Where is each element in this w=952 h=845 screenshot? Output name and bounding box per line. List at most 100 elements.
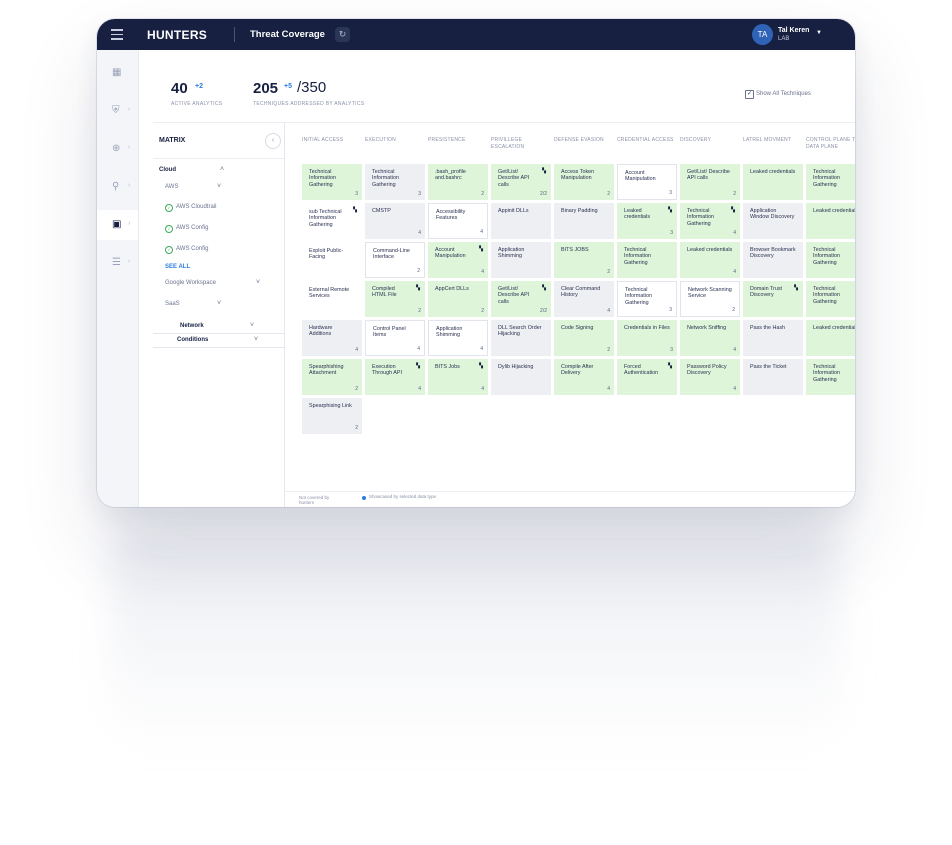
technique-tile[interactable]: External Remote Services	[302, 281, 362, 317]
see-all-link[interactable]: SEE ALL	[165, 264, 190, 270]
analytics-count: 4	[607, 385, 610, 392]
technique-tile[interactable]: CMSTP 4	[365, 203, 425, 239]
technique-label: Account Manipulation	[625, 170, 656, 183]
nav-security[interactable]: ⛨ ›	[97, 96, 138, 126]
technique-tile[interactable]: BITS Jobs 4 ▚	[428, 359, 488, 395]
chevron-down-icon[interactable]: ˅	[217, 183, 221, 190]
technique-tile[interactable]: Control Panel Items 4	[365, 320, 425, 356]
technique-label: Password Policy Discovery	[687, 364, 727, 377]
technique-tile[interactable]: Application Shimming	[491, 242, 551, 278]
user-name[interactable]: Tal Keren	[778, 27, 809, 34]
technique-tile[interactable]: Accessibility Features 4	[428, 203, 488, 239]
nav-data[interactable]: ☰ ›	[97, 248, 138, 278]
chevron-down-icon[interactable]: ˅	[217, 300, 221, 307]
group-google-workspace[interactable]: Google Workspace	[165, 280, 216, 286]
technique-label: DLL Search Order Hijacking	[498, 325, 542, 338]
technique-tile[interactable]: Network Scanning Service 2	[680, 281, 740, 317]
category-network[interactable]: Network	[180, 323, 204, 329]
group-aws[interactable]: AWS	[165, 184, 178, 190]
technique-tile[interactable]: Access Token Manipulation 2	[554, 164, 614, 200]
top-bar: HUNTERS Threat Coverage ↻ TA Tal Keren L…	[97, 19, 855, 50]
group-saas[interactable]: SaaS	[165, 301, 180, 307]
technique-tile[interactable]: Spearphishing Attachment 2	[302, 359, 362, 395]
technique-tile[interactable]: Get/List/ Describe API calls 2/2 ▚	[491, 164, 551, 200]
source-item[interactable]: ✓ AWS Cloudtrail	[165, 204, 216, 212]
technique-tile[interactable]: Technical Information Gathering	[806, 281, 855, 317]
technique-tile[interactable]: Leaked credentials 3 ▚	[617, 203, 677, 239]
technique-tile[interactable]: .bash_profile and.bashrc 2	[428, 164, 488, 200]
category-conditions[interactable]: Conditions	[177, 337, 208, 343]
technique-tile[interactable]: Compiled HTML File 2 ▚	[365, 281, 425, 317]
analytics-count: 4	[733, 229, 736, 236]
technique-tile[interactable]: Technical Information Gathering	[806, 242, 855, 278]
technique-tile[interactable]: Pass the Ticket	[743, 359, 803, 395]
technique-tile[interactable]: BITS JOBS 2	[554, 242, 614, 278]
checkered-flag-icon: ▚	[416, 285, 420, 291]
chevron-up-icon[interactable]: ˄	[220, 166, 224, 173]
technique-tile[interactable]: Get/List/ Describe API calls 2	[680, 164, 740, 200]
chevron-down-icon[interactable]: ˅	[250, 322, 254, 329]
stats-header: 40 +2 ACTIVE ANALYTICS 205 +5 /350 TECHN…	[153, 64, 855, 123]
brand-logo[interactable]: HUNTERS	[147, 28, 207, 42]
technique-tile[interactable]: Pass the Hash	[743, 320, 803, 356]
technique-tile[interactable]: Code Signing 2	[554, 320, 614, 356]
show-all-toggle[interactable]: ✓ Show All Techniques	[745, 90, 811, 99]
show-all-checkbox[interactable]: ✓	[745, 90, 754, 99]
nav-targets[interactable]: ⊕ ›	[97, 134, 138, 164]
technique-tile[interactable]: Credentials in Files 3	[617, 320, 677, 356]
technique-tile[interactable]: Domain Trust Discovery ▚	[743, 281, 803, 317]
technique-tile[interactable]: Get/List/ Describe API calls 2/2 ▚	[491, 281, 551, 317]
technique-tile[interactable]: Technical Information Gathering 3	[617, 281, 677, 317]
technique-tile[interactable]: Technical Information Gathering 3	[365, 164, 425, 200]
technique-tile[interactable]: Forced Authentication ▚	[617, 359, 677, 395]
matrix-title: MATRIX	[159, 137, 186, 144]
technique-tile[interactable]: Exploit Public-Facing	[302, 242, 362, 278]
analytics-count: 2	[607, 268, 610, 275]
source-item[interactable]: ✓ AWS Config	[165, 225, 208, 233]
technique-tile[interactable]: Technical Information Gathering	[617, 242, 677, 278]
technique-tile[interactable]: Leaked credentials 4	[680, 242, 740, 278]
technique-tile[interactable]: Technical Information Gathering	[806, 359, 855, 395]
chevron-down-icon[interactable]: ˅	[254, 336, 258, 343]
technique-tile[interactable]: AppCert DLLs 2	[428, 281, 488, 317]
technique-tile[interactable]: Clear Command History 4	[554, 281, 614, 317]
technique-tile[interactable]: Compile After Delivery 4	[554, 359, 614, 395]
technique-tile[interactable]: Binary Padding	[554, 203, 614, 239]
category-cloud[interactable]: Cloud	[159, 167, 176, 173]
technique-tile[interactable]: Password Policy Discovery 4	[680, 359, 740, 395]
avatar[interactable]: TA	[752, 24, 773, 45]
technique-tile[interactable]: Leaked credentials	[743, 164, 803, 200]
technique-tile[interactable]: Account Manipulation 3	[617, 164, 677, 200]
technique-tile[interactable]: Account Manipulation 4 ▚	[428, 242, 488, 278]
source-item[interactable]: ✓ AWS Config	[165, 246, 208, 254]
technique-tile[interactable]: Technical Information Gathering	[806, 164, 855, 200]
chevron-down-icon[interactable]: ˅	[256, 279, 260, 286]
collapse-panel-button[interactable]: ‹	[265, 133, 281, 149]
analytics-count: 4	[355, 346, 358, 353]
technique-tile[interactable]: sub Technical Information Gathering ▚	[302, 203, 362, 239]
technique-tile[interactable]: Leaked credentials	[806, 203, 855, 239]
user-menu-caret-icon[interactable]: ▼	[816, 30, 822, 36]
technique-tile[interactable]: Application Shimming 4	[428, 320, 488, 356]
technique-tile[interactable]: Technical Information Gathering 3	[302, 164, 362, 200]
hamburger-menu-icon[interactable]	[111, 29, 123, 40]
technique-tile[interactable]: Application Window Discovery	[743, 203, 803, 239]
technique-tile[interactable]: Hardware Additions 4	[302, 320, 362, 356]
refresh-icon[interactable]: ↻	[335, 27, 350, 42]
technique-tile[interactable]: Browser Bookmark Discovery	[743, 242, 803, 278]
technique-tile[interactable]: Command-Line Interface 2	[365, 242, 425, 278]
technique-tile[interactable]: Technical Information Gathering 4 ▚	[680, 203, 740, 239]
technique-label: Accessibility Features	[436, 209, 466, 222]
nav-search[interactable]: ⚲ ›	[97, 172, 138, 202]
technique-tile[interactable]: Dylib Hijacking	[491, 359, 551, 395]
technique-tile[interactable]: Appinit DLLs	[491, 203, 551, 239]
technique-tile[interactable]: Spearphising Link 2	[302, 398, 362, 434]
technique-tile[interactable]: DLL Search Order Hijacking	[491, 320, 551, 356]
technique-tile[interactable]: Execution Through API 4 ▚	[365, 359, 425, 395]
nav-threat-coverage[interactable]: ▣ ›	[97, 210, 138, 240]
nav-dashboard[interactable]: ▦	[97, 58, 138, 88]
technique-tile[interactable]: Network Sniffing 4	[680, 320, 740, 356]
technique-tile[interactable]: Leaked credentials	[806, 320, 855, 356]
search-icon: ⚲	[112, 181, 120, 192]
technique-label: Pass the Ticket	[750, 364, 787, 370]
